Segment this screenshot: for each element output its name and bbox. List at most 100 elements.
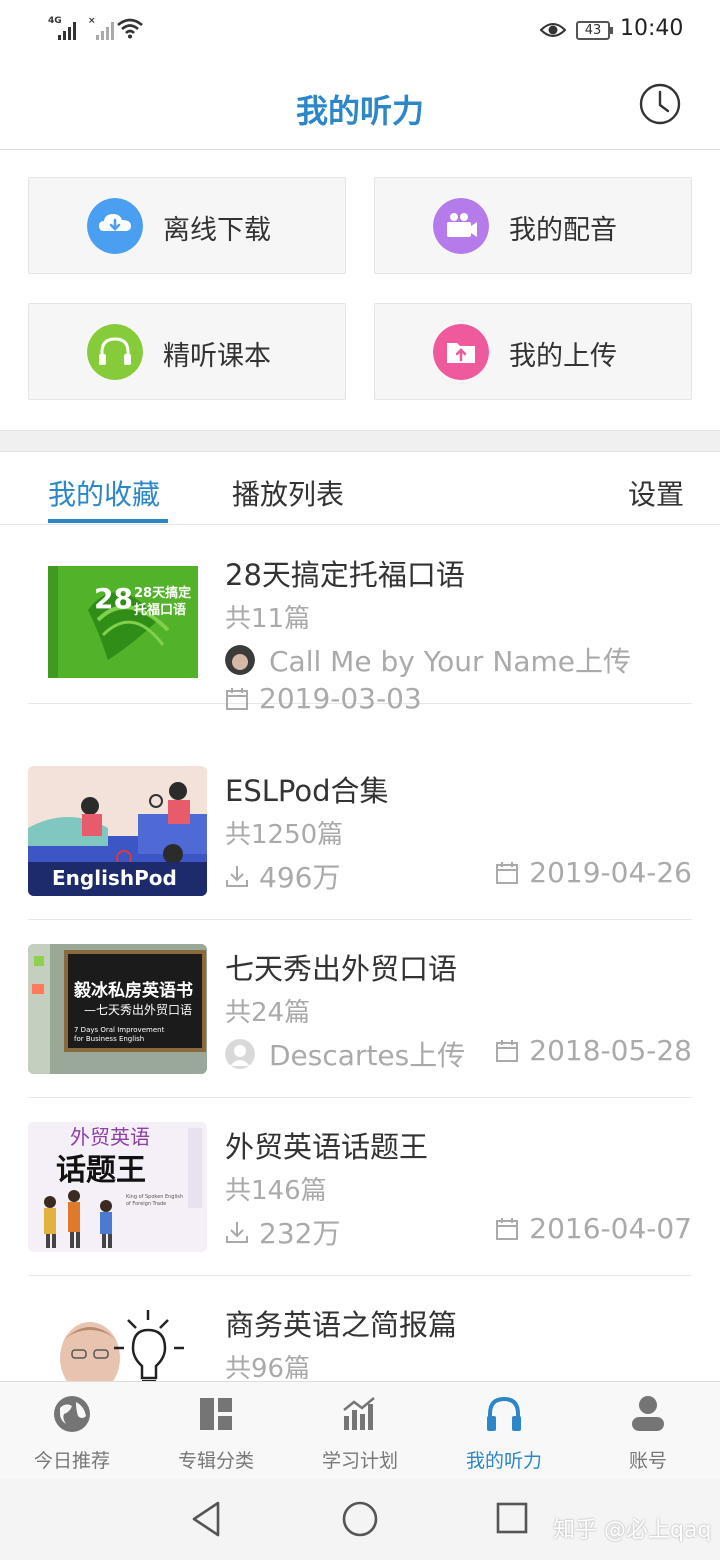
list-item[interactable]: 28 28天搞定 托福口语 28天搞定托福口语 共11篇 Call Me by … [28, 526, 692, 715]
video-camera-icon [433, 198, 489, 254]
cover-line: 毅冰私房英语书 [73, 980, 193, 1001]
status-bar: 4G × 43 10:40 [0, 0, 720, 60]
item-title: 商务英语之简报篇 [225, 1308, 458, 1342]
item-title: 外贸英语话题王 [225, 1130, 429, 1164]
nav-account[interactable]: 账号 [576, 1382, 720, 1480]
bottom-nav: 今日推荐 专辑分类 学习计划 我的听力 账号 [0, 1381, 720, 1479]
date-text: 2019-03-03 [259, 682, 422, 715]
folder-upload-icon [433, 324, 489, 380]
cover-line: —七天秀出外贸口语 [84, 1003, 192, 1017]
cover-line: 话题王 [56, 1153, 146, 1188]
album-cover: 28 28天搞定 托福口语 [28, 550, 207, 680]
tile-label: 离线下载 [163, 215, 271, 246]
item-count: 共24篇 [225, 998, 311, 1028]
album-cover: EnglishPod [28, 766, 207, 896]
intensive-listening-button[interactable]: 精听课本 [28, 303, 346, 400]
person-icon [632, 1396, 664, 1431]
list-item[interactable]: EnglishPod ESLPod合集 共1250篇 496万 2019-04-… [28, 742, 692, 920]
download-icon [226, 866, 248, 887]
my-dubbing-button[interactable]: 我的配音 [374, 177, 692, 274]
item-date: 2018-05-28 [495, 1034, 692, 1067]
chart-icon [343, 1397, 375, 1430]
status-time: 10:40 [620, 16, 684, 41]
calendar-icon [496, 861, 519, 884]
nav-my-listening[interactable]: 我的听力 [432, 1382, 576, 1480]
cover-subtitle: 托福口语 [134, 602, 186, 618]
signal-icon: 4G [48, 16, 82, 40]
cover-line: 外贸英语 [70, 1125, 150, 1149]
download-count: 232万 [225, 1212, 340, 1252]
uploader-name: Call Me by Your Name上传 [269, 645, 631, 678]
back-icon[interactable] [188, 1499, 224, 1539]
list-item[interactable]: 外贸英语 话题王 King of Spoken English of Forei… [28, 1098, 692, 1276]
recents-icon[interactable] [494, 1499, 530, 1539]
item-count: 共146篇 [225, 1176, 327, 1206]
watermark: 知乎 @必上qaq [553, 1518, 712, 1543]
date-text: 2019-04-26 [529, 856, 692, 889]
headphones-icon [87, 324, 143, 380]
album-cover: 外贸英语 话题王 King of Spoken English of Forei… [28, 1122, 207, 1252]
tab-playlist[interactable]: 播放列表 [232, 473, 344, 513]
item-title: ESLPod合集 [225, 774, 389, 808]
nav-label: 账号 [628, 1450, 667, 1472]
calendar-icon [496, 1217, 519, 1240]
item-count: 共1250篇 [225, 820, 344, 850]
tab-bar: 我的收藏 播放列表 设置 [0, 453, 720, 525]
app-header: 我的听力 [0, 60, 720, 150]
avatar [225, 645, 255, 675]
tile-label: 精听课本 [163, 341, 271, 372]
tab-indicator [48, 519, 168, 523]
tab-favorites[interactable]: 我的收藏 [48, 473, 160, 513]
calendar-icon [496, 1039, 519, 1062]
item-date: 2019-04-26 [495, 856, 692, 889]
settings-button[interactable]: 设置 [628, 473, 684, 513]
grid-icon [200, 1398, 232, 1430]
eye-icon [540, 23, 566, 37]
signal-icon-2: × [86, 16, 120, 40]
globe-icon [54, 1396, 90, 1432]
item-title: 28天搞定托福口语 [225, 558, 465, 592]
nav-label: 学习计划 [321, 1450, 398, 1472]
cover-title: 28天搞定 [134, 585, 191, 601]
item-date: 2019-03-03 [225, 682, 422, 715]
album-cover: 毅冰私房英语书 —七天秀出外贸口语 7 Days Oral Improvemen… [28, 944, 207, 1074]
download-count: 496万 [225, 856, 340, 896]
cover-line: for Business English [74, 1035, 144, 1043]
nav-album-category[interactable]: 专辑分类 [144, 1382, 288, 1480]
avatar [225, 1039, 255, 1069]
calendar-icon [226, 687, 248, 710]
headphones-icon [487, 1396, 521, 1431]
offline-download-button[interactable]: 离线下载 [28, 177, 346, 274]
battery-icon: 43 [576, 21, 613, 40]
item-title: 七天秀出外贸口语 [225, 952, 458, 986]
cover-text: EnglishPod [52, 866, 177, 890]
item-date: 2016-04-07 [495, 1212, 692, 1245]
svg-text:28: 28 [94, 582, 133, 615]
list-item[interactable]: 毅冰私房英语书 —七天秀出外贸口语 7 Days Oral Improvemen… [28, 920, 692, 1098]
uploader-name: Descartes上传 [269, 1039, 466, 1072]
clock-icon[interactable] [638, 82, 682, 126]
cover-line: of Foreign Trade [126, 1201, 166, 1207]
nav-label: 我的听力 [465, 1450, 542, 1472]
uploader: Call Me by Your Name上传 [225, 640, 631, 680]
uploader: Descartes上传 [225, 1034, 465, 1074]
nav-study-plan[interactable]: 学习计划 [288, 1382, 432, 1480]
my-upload-button[interactable]: 我的上传 [374, 303, 692, 400]
cloud-download-icon [87, 198, 143, 254]
item-count: 共11篇 [225, 604, 311, 634]
wifi-icon [117, 18, 143, 39]
page-title: 我的听力 [295, 92, 424, 130]
nav-label: 今日推荐 [33, 1450, 110, 1472]
date-text: 2018-05-28 [529, 1034, 692, 1067]
item-count: 共96篇 [225, 1354, 311, 1384]
home-icon[interactable] [340, 1499, 380, 1539]
cover-line: King of Spoken English [126, 1194, 183, 1200]
nav-label: 专辑分类 [177, 1450, 254, 1472]
tile-label: 我的配音 [509, 215, 617, 246]
download-icon [226, 1222, 248, 1243]
date-text: 2016-04-07 [529, 1212, 692, 1245]
nav-today-recommend[interactable]: 今日推荐 [0, 1382, 144, 1480]
cover-line: 7 Days Oral Improvement [74, 1026, 165, 1034]
download-text: 496万 [259, 861, 341, 894]
tile-label: 我的上传 [509, 341, 617, 372]
